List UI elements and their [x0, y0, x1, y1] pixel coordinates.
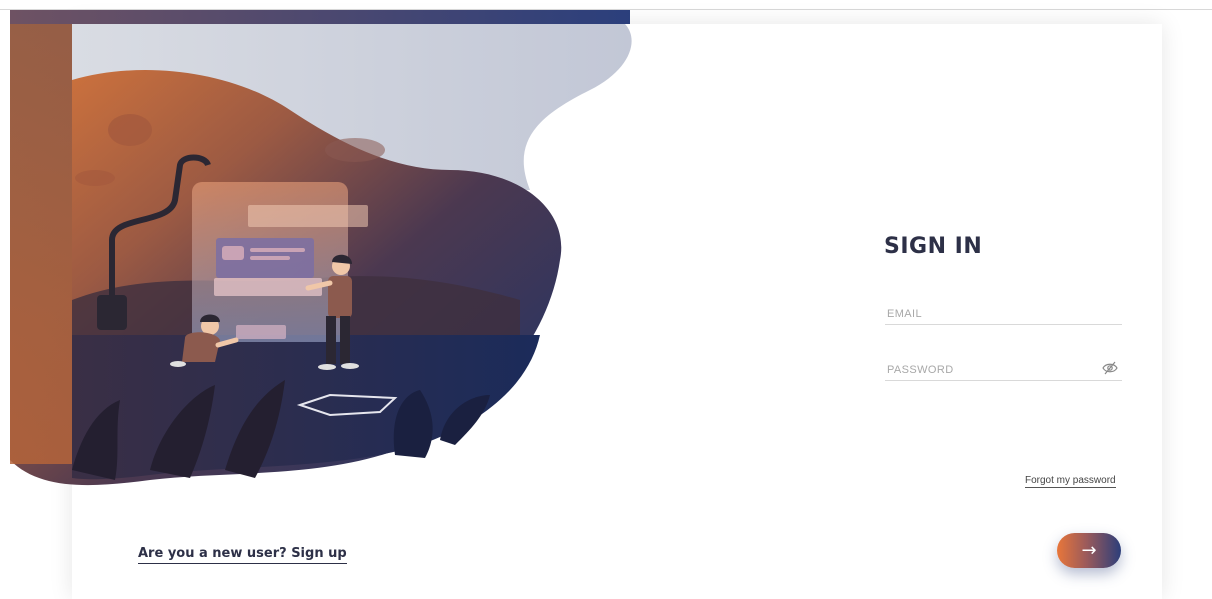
password-input[interactable] — [885, 361, 1087, 379]
password-field[interactable] — [885, 360, 1122, 381]
sign-in-submit-button[interactable]: → — [1057, 533, 1121, 568]
page: SIGN IN Forgot my password Are you a new… — [0, 0, 1212, 599]
signup-link[interactable]: Are you a new user? Sign up — [138, 546, 347, 564]
forgot-password-link[interactable]: Forgot my password — [1025, 475, 1116, 488]
eye-off-icon[interactable] — [1101, 360, 1119, 376]
eye-off-icon-svg — [1102, 361, 1118, 375]
email-field[interactable] — [885, 304, 1122, 325]
illustration-svg — [10, 10, 632, 486]
hero-illustration — [0, 0, 640, 500]
arrow-right-icon: → — [1081, 540, 1097, 561]
signin-title: SIGN IN — [884, 234, 983, 259]
email-input[interactable] — [885, 305, 1087, 323]
